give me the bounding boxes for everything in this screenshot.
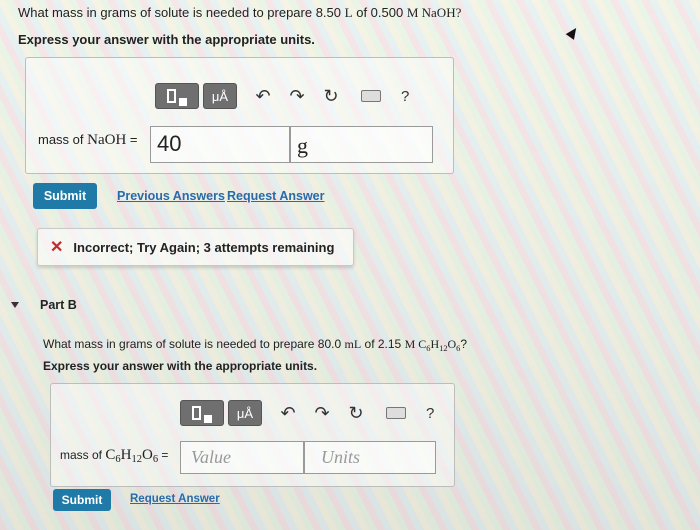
redo-icon[interactable]: ↷	[314, 403, 330, 423]
reset-icon[interactable]: ↻	[348, 403, 364, 423]
answer-label-part-b: mass of C6H12O6 =	[60, 447, 169, 465]
math-toolbar-part-a: μÅ ↶ ↷ ↻ ?	[155, 83, 409, 109]
request-answer-link-part-b[interactable]: Request Answer	[130, 493, 220, 505]
undo-icon[interactable]: ↶	[280, 403, 296, 423]
keyboard-icon[interactable]	[386, 407, 406, 419]
units-button[interactable]: μÅ	[228, 400, 262, 426]
template-square-icon	[167, 89, 176, 103]
template-square-icon	[204, 415, 212, 423]
value-input-part-b[interactable]: Value	[180, 441, 304, 474]
redo-icon[interactable]: ↷	[289, 86, 305, 106]
collapse-caret-icon[interactable]	[11, 302, 19, 308]
request-answer-link-part-a[interactable]: Request Answer	[227, 189, 324, 203]
reset-icon[interactable]: ↻	[323, 86, 339, 106]
incorrect-x-icon: ✕	[50, 239, 64, 256]
feedback-message: Incorrect; Try Again; 3 attempts remaini…	[73, 239, 335, 255]
part-b-title[interactable]: Part B	[40, 298, 77, 312]
template-square-icon	[179, 98, 187, 106]
units-input-part-a[interactable]: g	[290, 126, 433, 163]
submit-button-part-b[interactable]: Submit	[53, 489, 111, 511]
value-input-part-a[interactable]: 40	[150, 126, 290, 163]
templates-button[interactable]	[180, 400, 224, 426]
units-input-part-b[interactable]: Units	[304, 441, 436, 474]
help-button[interactable]: ?	[426, 405, 434, 422]
math-toolbar-part-b: μÅ ↶ ↷ ↻ ?	[180, 400, 434, 426]
templates-button[interactable]	[155, 83, 199, 109]
instruction-part-b: Express your answer with the appropriate…	[43, 359, 318, 373]
unit-liters: L	[344, 5, 353, 20]
units-button[interactable]: μÅ	[203, 83, 237, 109]
previous-answers-link[interactable]: Previous Answers	[117, 189, 225, 203]
question-part-a: What mass in grams of solute is needed t…	[18, 5, 462, 20]
molar-naoh: M NaOH	[406, 5, 456, 20]
template-square-icon	[192, 406, 201, 420]
instruction-part-a: Express your answer with the appropriate…	[18, 32, 315, 47]
keyboard-icon[interactable]	[361, 90, 381, 102]
submit-button-part-a[interactable]: Submit	[33, 183, 97, 209]
mouse-cursor-icon	[565, 25, 581, 40]
undo-icon[interactable]: ↶	[255, 86, 271, 106]
feedback-banner: ✕ Incorrect; Try Again; 3 attempts remai…	[37, 228, 354, 266]
answer-label-part-a: mass of NaOH =	[38, 132, 138, 148]
question-part-b: What mass in grams of solute is needed t…	[43, 337, 468, 353]
help-button[interactable]: ?	[401, 88, 409, 105]
